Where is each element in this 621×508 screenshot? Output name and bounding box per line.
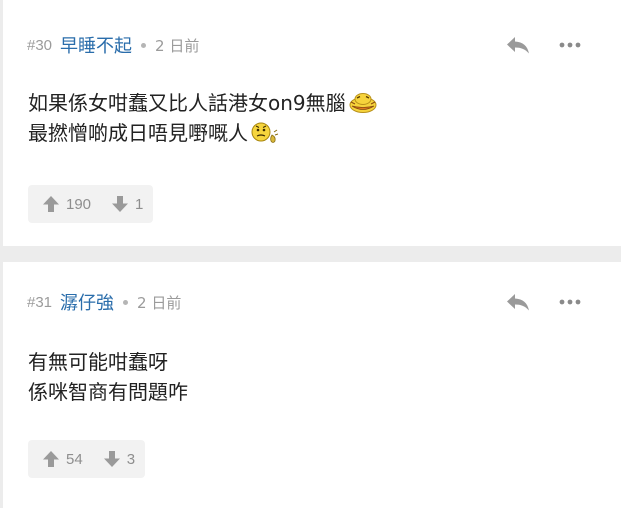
content-line: 如果係女咁蠢又比人話港女on9無腦 [28, 88, 378, 118]
reply-arrow-icon [507, 294, 529, 311]
content-line: 係咪智商有問題咋 [28, 377, 188, 407]
laughing-duck-emoji-icon [349, 93, 377, 113]
post-content: 有無可能咁蠢呀 係咪智商有問題咋 [28, 347, 188, 407]
content-text: 有無可能咁蠢呀 [28, 350, 168, 374]
upvote-count: 54 [66, 450, 83, 468]
content-line: 最撚憎啲成日唔見嘢嘅人 [28, 118, 378, 148]
content-line: 有無可能咁蠢呀 [28, 347, 188, 377]
post-header: #31 潺仔強 2 日前 [27, 288, 181, 316]
post-content: 如果係女咁蠢又比人話港女on9無腦 最撚憎啲成日唔見嘢嘅人 [28, 88, 378, 148]
sweat-smiley-emoji-icon [251, 122, 279, 143]
reply-button[interactable] [501, 289, 535, 315]
separator-dot [123, 299, 129, 305]
vote-box: 190 1 [28, 185, 154, 223]
more-horizontal-icon [559, 299, 581, 305]
post-card: #30 早睡不起 2 日前 如果係女咁蠢又比人話港女on9無腦 最撚憎啲成日唔見… [3, 0, 621, 246]
post-actions [501, 289, 587, 315]
username-link[interactable]: 早睡不起 [60, 32, 132, 58]
reply-arrow-icon [507, 37, 529, 54]
upvote-button[interactable]: 190 [42, 195, 91, 213]
downvote-button[interactable]: 3 [103, 450, 135, 468]
downvote-count: 3 [126, 450, 136, 468]
floor-number: #31 [27, 293, 53, 311]
content-text: 如果係女咁蠢又比人話港女on9無腦 [28, 91, 346, 115]
content-text: 最撚憎啲成日唔見嘢嘅人 [28, 121, 248, 145]
post-card: #31 潺仔強 2 日前 有無可能咁蠢呀 係咪智商有問題咋 54 3 [3, 262, 621, 508]
reply-button[interactable] [501, 32, 535, 58]
username-link[interactable]: 潺仔強 [60, 289, 114, 315]
post-header: #30 早睡不起 2 日前 [27, 31, 199, 59]
more-horizontal-icon [559, 42, 581, 48]
more-options-button[interactable] [553, 289, 587, 315]
vote-box: 54 3 [28, 440, 146, 478]
downvote-button[interactable]: 1 [111, 195, 143, 213]
thumb-up-arrow-icon [43, 451, 59, 467]
upvote-button[interactable]: 54 [42, 450, 83, 468]
post-time: 2 日前 [155, 36, 200, 55]
more-options-button[interactable] [553, 32, 587, 58]
floor-number: #30 [27, 36, 53, 54]
upvote-count: 190 [66, 195, 92, 213]
separator-dot [141, 42, 147, 48]
post-actions [501, 32, 587, 58]
downvote-count: 1 [135, 195, 144, 213]
post-time: 2 日前 [137, 293, 182, 312]
content-text: 係咪智商有問題咋 [28, 380, 188, 404]
thumb-down-arrow-icon [112, 196, 129, 212]
thumb-up-arrow-icon [43, 196, 59, 212]
thumb-down-arrow-icon [103, 451, 120, 467]
